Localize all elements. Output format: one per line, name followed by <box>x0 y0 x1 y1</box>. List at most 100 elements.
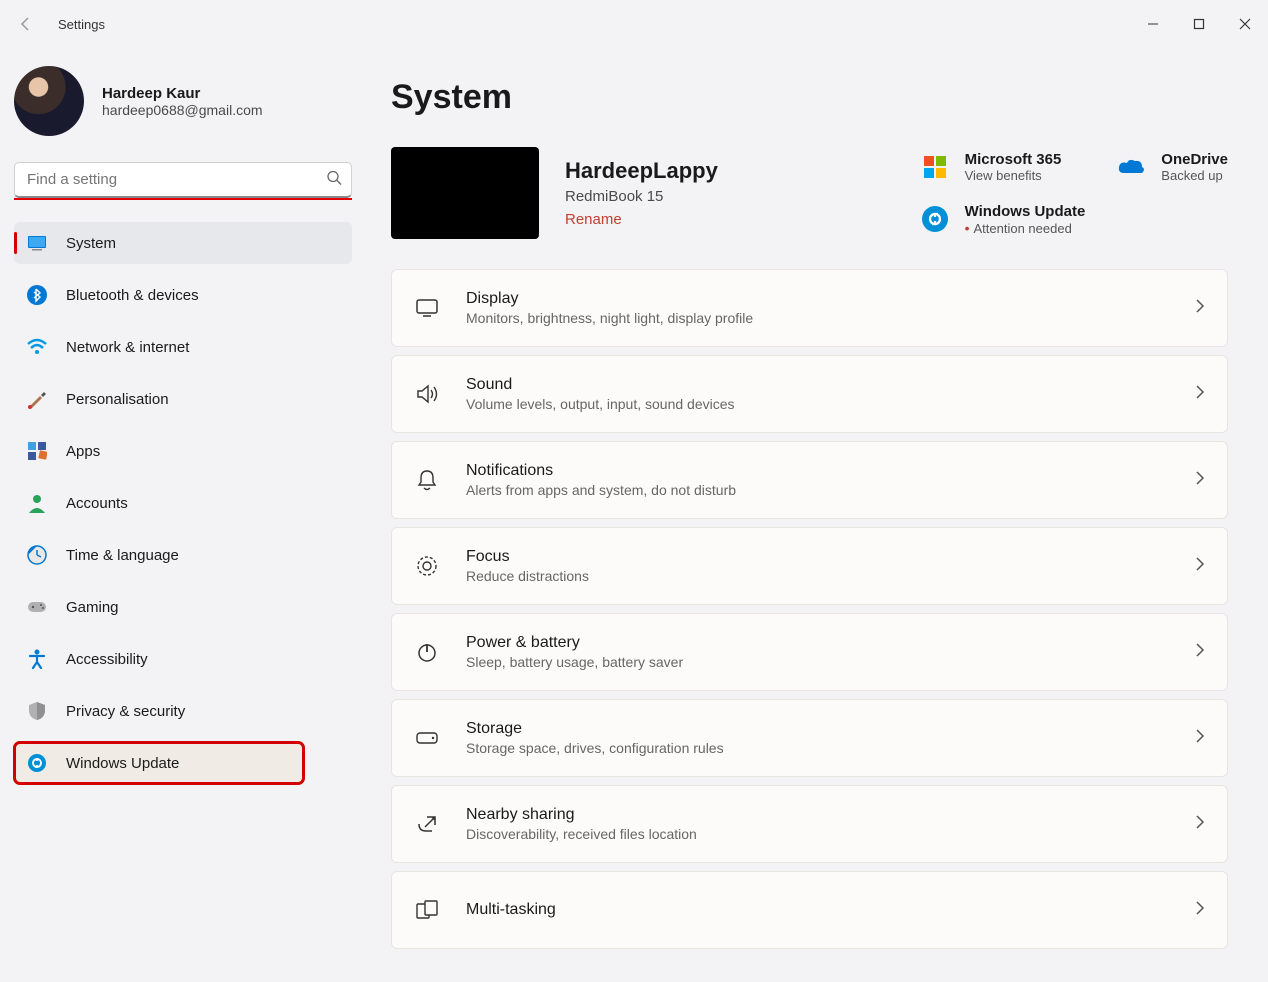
card-sub: Alerts from apps and system, do not dist… <box>466 482 1169 498</box>
search-icon[interactable] <box>326 170 342 191</box>
system-icon <box>26 232 48 254</box>
storage-icon <box>414 725 440 751</box>
card-sub: Sleep, battery usage, battery saver <box>466 654 1169 670</box>
gaming-icon <box>26 596 48 618</box>
card-title: Sound <box>466 376 1169 394</box>
main-content: System HardeepLappy RedmiBook 15 Rename … <box>355 48 1268 982</box>
card-title: Storage <box>466 720 1169 738</box>
clock-icon <box>26 544 48 566</box>
setting-focus[interactable]: Focus Reduce distractions <box>391 527 1228 605</box>
quicklink-m365[interactable]: Microsoft 365 View benefits <box>919 151 1086 183</box>
quicklink-title: Windows Update <box>965 203 1086 220</box>
chevron-right-icon <box>1195 728 1205 749</box>
quicklink-sub: •Attention needed <box>965 220 1086 236</box>
sidebar: Hardeep Kaur hardeep0688@gmail.com Syste… <box>0 48 355 982</box>
device-thumbnail <box>391 147 539 239</box>
chevron-right-icon <box>1195 298 1205 319</box>
card-sub: Reduce distractions <box>466 568 1169 584</box>
quicklink-title: Microsoft 365 <box>965 151 1062 168</box>
setting-display[interactable]: Display Monitors, brightness, night light… <box>391 269 1228 347</box>
sidebar-item-accounts[interactable]: Accounts <box>14 482 352 524</box>
share-icon <box>414 811 440 837</box>
quicklink-title: OneDrive <box>1161 151 1228 168</box>
sidebar-item-label: Personalisation <box>66 391 169 408</box>
maximize-button[interactable] <box>1176 6 1222 42</box>
avatar <box>14 66 84 136</box>
chevron-right-icon <box>1195 814 1205 835</box>
sound-icon <box>414 381 440 407</box>
setting-sound[interactable]: Sound Volume levels, output, input, sound… <box>391 355 1228 433</box>
card-sub: Monitors, brightness, night light, displ… <box>466 310 1169 326</box>
setting-storage[interactable]: Storage Storage space, drives, configurat… <box>391 699 1228 777</box>
setting-power[interactable]: Power & battery Sleep, battery usage, bat… <box>391 613 1228 691</box>
sidebar-item-label: System <box>66 235 116 252</box>
wifi-icon <box>26 336 48 358</box>
shield-icon <box>26 700 48 722</box>
settings-list: Display Monitors, brightness, night light… <box>391 269 1228 949</box>
card-title: Notifications <box>466 462 1169 480</box>
sidebar-item-network[interactable]: Network & internet <box>14 326 352 368</box>
focus-icon <box>414 553 440 579</box>
rename-link[interactable]: Rename <box>565 211 718 228</box>
quicklink-onedrive[interactable]: OneDrive Backed up <box>1115 151 1228 183</box>
back-button[interactable] <box>10 8 42 40</box>
apps-icon <box>26 440 48 462</box>
chevron-right-icon <box>1195 470 1205 491</box>
display-icon <box>414 295 440 321</box>
quicklink-update[interactable]: Windows Update •Attention needed <box>919 203 1086 236</box>
update-icon <box>26 752 48 774</box>
sidebar-item-bluetooth[interactable]: Bluetooth & devices <box>14 274 352 316</box>
sidebar-item-label: Accounts <box>66 495 128 512</box>
paint-icon <box>26 388 48 410</box>
profile-block[interactable]: Hardeep Kaur hardeep0688@gmail.com <box>14 58 355 152</box>
quicklink-sub: Backed up <box>1161 168 1228 183</box>
nav: System Bluetooth & devices Network & int… <box>14 222 355 790</box>
sidebar-item-privacy[interactable]: Privacy & security <box>14 690 352 732</box>
sidebar-item-apps[interactable]: Apps <box>14 430 352 472</box>
close-button[interactable] <box>1222 6 1268 42</box>
device-header: HardeepLappy RedmiBook 15 Rename Microso… <box>391 147 1228 239</box>
sidebar-item-label: Bluetooth & devices <box>66 287 199 304</box>
card-title: Display <box>466 290 1169 308</box>
sidebar-item-label: Privacy & security <box>66 703 185 720</box>
sidebar-item-system[interactable]: System <box>14 222 352 264</box>
page-title: System <box>391 78 1228 117</box>
search-wrap <box>14 162 352 198</box>
update-circle-icon <box>919 203 951 235</box>
chevron-right-icon <box>1195 384 1205 405</box>
sidebar-item-label: Gaming <box>66 599 119 616</box>
sidebar-item-time[interactable]: Time & language <box>14 534 352 576</box>
search-input[interactable] <box>14 162 352 198</box>
sidebar-item-label: Windows Update <box>66 755 179 772</box>
card-sub: Volume levels, output, input, sound devi… <box>466 396 1169 412</box>
card-title: Power & battery <box>466 634 1169 652</box>
titlebar: Settings <box>0 0 1268 48</box>
card-title: Focus <box>466 548 1169 566</box>
setting-nearby-sharing[interactable]: Nearby sharing Discoverability, received … <box>391 785 1228 863</box>
app-title: Settings <box>58 17 105 32</box>
sidebar-item-label: Time & language <box>66 547 179 564</box>
card-title: Multi-tasking <box>466 901 1169 919</box>
multitask-icon <box>414 897 440 923</box>
chevron-right-icon <box>1195 900 1205 921</box>
sidebar-item-gaming[interactable]: Gaming <box>14 586 352 628</box>
device-model: RedmiBook 15 <box>565 188 718 205</box>
sidebar-item-label: Apps <box>66 443 100 460</box>
profile-email: hardeep0688@gmail.com <box>102 102 263 118</box>
minimize-button[interactable] <box>1130 6 1176 42</box>
setting-notifications[interactable]: Notifications Alerts from apps and system… <box>391 441 1228 519</box>
profile-name: Hardeep Kaur <box>102 85 263 102</box>
accounts-icon <box>26 492 48 514</box>
card-sub: Discoverability, received files location <box>466 826 1169 842</box>
power-icon <box>414 639 440 665</box>
sidebar-item-windows-update[interactable]: Windows Update <box>14 742 304 784</box>
sidebar-item-label: Accessibility <box>66 651 148 668</box>
chevron-right-icon <box>1195 642 1205 663</box>
bluetooth-icon <box>26 284 48 306</box>
card-title: Nearby sharing <box>466 806 1169 824</box>
card-sub: Storage space, drives, configuration rul… <box>466 740 1169 756</box>
sidebar-item-personalisation[interactable]: Personalisation <box>14 378 352 420</box>
setting-multitasking[interactable]: Multi-tasking <box>391 871 1228 949</box>
quicklink-sub: View benefits <box>965 168 1062 183</box>
sidebar-item-accessibility[interactable]: Accessibility <box>14 638 352 680</box>
